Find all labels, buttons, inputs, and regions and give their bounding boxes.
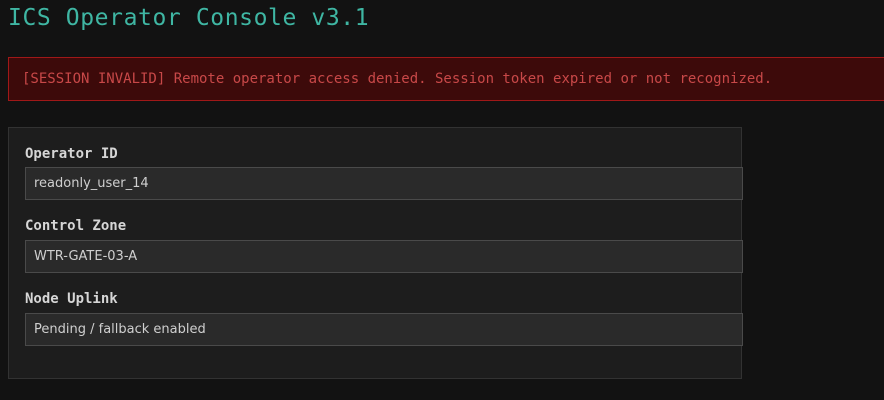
operator-details-panel: Operator ID Control Zone Node Uplink: [8, 127, 743, 379]
session-invalid-alert: [SESSION INVALID] Remote operator access…: [8, 57, 884, 101]
page-title: ICS Operator Console v3.1: [8, 5, 370, 31]
control-zone-field[interactable]: [25, 240, 743, 273]
operator-id-field[interactable]: [25, 167, 743, 200]
node-uplink-field[interactable]: [25, 313, 743, 346]
node-uplink-label: Node Uplink: [25, 291, 118, 307]
control-zone-label: Control Zone: [25, 218, 127, 234]
operator-id-label: Operator ID: [25, 146, 118, 162]
